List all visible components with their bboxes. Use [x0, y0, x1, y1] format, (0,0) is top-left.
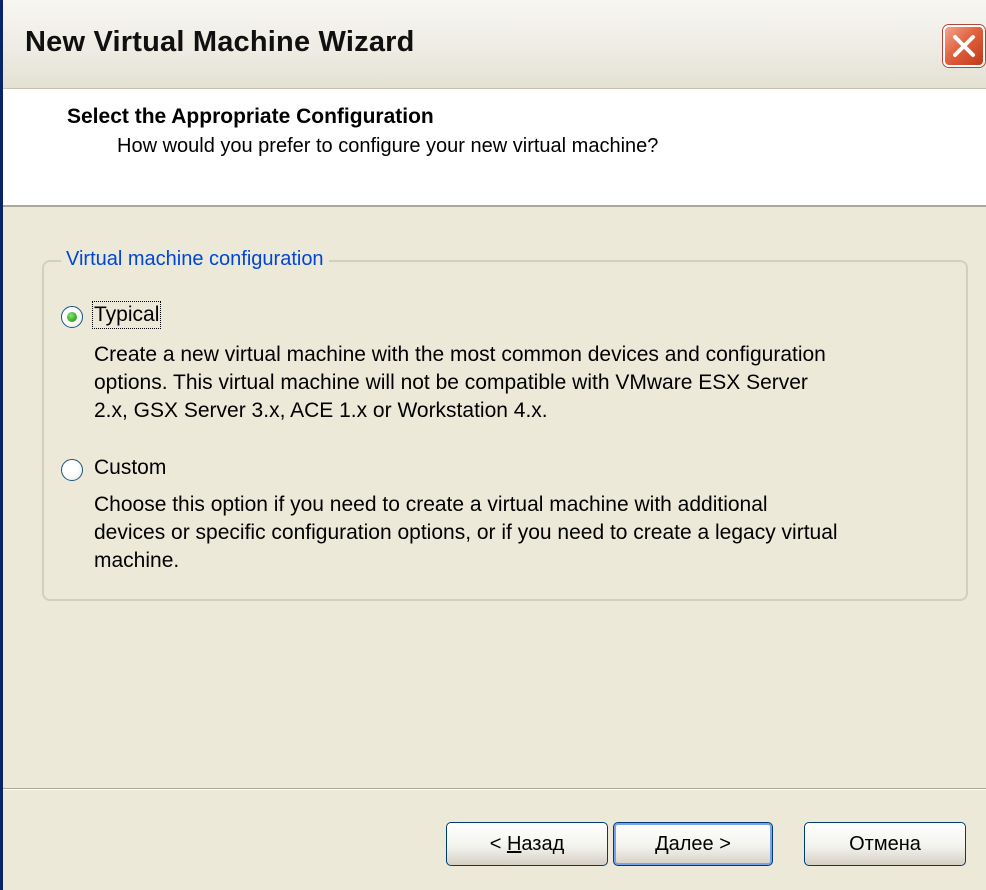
- title-bar[interactable]: New Virtual Machine Wizard: [3, 0, 986, 89]
- page-title: Select the Appropriate Configuration: [67, 105, 434, 128]
- custom-option-description: Choose this option if you need to create…: [94, 491, 838, 575]
- groupbox-legend: Virtual machine configuration: [61, 248, 329, 271]
- close-icon[interactable]: [943, 25, 985, 67]
- next-button-label: алее >: [668, 833, 731, 855]
- back-button-prefix: <: [489, 833, 507, 855]
- cancel-button[interactable]: Отмена: [804, 822, 966, 866]
- typical-radio-button[interactable]: [61, 306, 83, 328]
- cancel-button-label: Отмена: [849, 833, 921, 855]
- back-button-mnemonic: Н: [506, 833, 522, 855]
- header-panel: Select the Appropriate Configuration How…: [3, 89, 986, 207]
- custom-option-label[interactable]: Custom: [94, 456, 166, 480]
- typical-desc-line-2: options. This virtual machine will not b…: [94, 371, 808, 394]
- radio-selected-dot-icon: [67, 312, 77, 322]
- custom-radio-button[interactable]: [61, 459, 83, 481]
- typical-desc-line-3: 2.x, GSX Server 3.x, ACE 1.x or Workstat…: [94, 399, 548, 422]
- footer-separator: [3, 788, 986, 790]
- next-button-mnemonic: Д: [655, 833, 669, 855]
- typical-desc-line-1: Create a new virtual machine with the mo…: [94, 343, 826, 366]
- page-subtitle: How would you prefer to configure your n…: [117, 135, 659, 157]
- typical-option-label[interactable]: Typical: [91, 301, 162, 329]
- custom-desc-line-1: Choose this option if you need to create…: [94, 493, 768, 516]
- custom-desc-line-3: machine.: [94, 549, 180, 572]
- back-button[interactable]: < Назад: [446, 822, 608, 866]
- wizard-window: New Virtual Machine Wizard Select the Ap…: [0, 0, 986, 890]
- back-button-label: азад: [521, 833, 565, 855]
- custom-desc-line-2: devices or specific configuration option…: [94, 521, 838, 544]
- window-title: New Virtual Machine Wizard: [25, 26, 415, 58]
- configuration-groupbox: Virtual machine configuration Typical Cr…: [42, 248, 968, 601]
- typical-option-description: Create a new virtual machine with the mo…: [94, 341, 826, 425]
- next-button[interactable]: Далее >: [613, 822, 773, 866]
